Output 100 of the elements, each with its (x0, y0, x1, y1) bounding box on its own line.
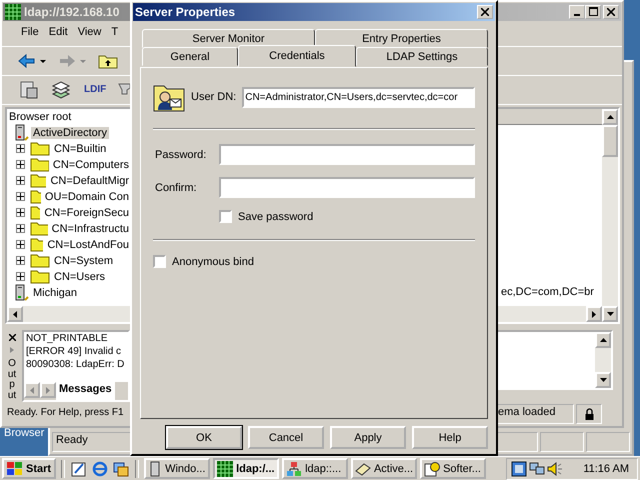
right-arrow-icon (592, 310, 596, 318)
desktop-icon-label[interactable]: Browser (4, 427, 44, 439)
folder-icon (30, 141, 50, 156)
horizontal-scrollbar[interactable] (7, 306, 131, 322)
stack-icon[interactable] (50, 80, 72, 100)
tree-icon (286, 460, 302, 476)
tree-item[interactable]: CN=Builtin (52, 142, 108, 155)
back-icon[interactable] (18, 52, 48, 69)
tab[interactable]: Entry Properties (315, 29, 488, 48)
expand-box[interactable] (16, 176, 25, 186)
log-line: NOT_PRINTABLE (26, 332, 108, 346)
vertical-scrollbar[interactable] (595, 332, 611, 388)
tab[interactable]: Server Monitor (142, 29, 315, 48)
tab[interactable]: LDAP Settings (356, 47, 488, 66)
menu-item[interactable]: View (72, 26, 106, 42)
expand-box[interactable] (16, 224, 25, 234)
expand-box[interactable] (16, 160, 25, 170)
server-icon (13, 284, 29, 302)
checkbox[interactable] (219, 210, 232, 223)
tree-item[interactable]: CN=DefaultMigr (48, 174, 131, 187)
confirm-field[interactable] (219, 177, 475, 198)
tree-item[interactable]: CN=Computers (50, 158, 131, 171)
left-arrow-icon (13, 310, 17, 318)
expand-box[interactable] (16, 256, 25, 266)
window-title: ldap://192.168.10 (24, 4, 120, 19)
messages-tab[interactable]: Messages (56, 382, 115, 400)
checkbox[interactable] (153, 255, 166, 268)
scroll-right-button[interactable] (586, 306, 602, 322)
flag-icon (7, 462, 23, 476)
network-icon[interactable] (511, 460, 528, 476)
tree-item[interactable]: ActiveDirectory (31, 126, 109, 139)
list-row[interactable]: ec,DC=com,DC=br (501, 286, 602, 298)
log-line: 80090308: LdapErr: D (26, 358, 126, 372)
panel-title: Output (7, 359, 17, 402)
status-panel (540, 432, 584, 452)
menu-item[interactable]: T (106, 26, 124, 42)
taskbar-button[interactable]: ldap::... (282, 458, 348, 479)
dialog-button[interactable]: OK (166, 426, 242, 449)
taskbar-button[interactable]: Active... (351, 458, 418, 479)
server-icon (148, 460, 162, 476)
folder-icon (30, 269, 50, 284)
start-button[interactable]: Start (2, 458, 56, 479)
expand-box[interactable] (16, 144, 25, 154)
computers-icon[interactable] (529, 460, 546, 476)
close-icon (607, 8, 615, 16)
grid-icon (5, 4, 21, 20)
expand-box[interactable] (16, 208, 25, 218)
menu-item[interactable]: File (16, 26, 44, 42)
scroll-thumb[interactable] (602, 124, 618, 157)
tree-item[interactable]: Michigan (31, 286, 80, 299)
log-line: [ERROR 49] Invalid c (26, 345, 122, 358)
folder-icon (30, 157, 49, 172)
scroll-down-button[interactable] (595, 372, 611, 388)
paste-icon[interactable] (18, 80, 40, 100)
tree-item[interactable]: CN=Users (52, 270, 108, 283)
scroll-down-button[interactable] (602, 306, 618, 322)
status-text: Ready. For Help, press F1 (6, 406, 125, 420)
tree-item[interactable]: CN=LostAndFou (45, 238, 131, 251)
tab[interactable]: Credentials (238, 45, 356, 67)
ldif-button[interactable]: LDIF (82, 84, 108, 96)
status-panel (586, 432, 630, 452)
right-arrow-icon (46, 386, 50, 394)
expand-box[interactable] (16, 272, 25, 282)
lock-icon (576, 404, 602, 424)
notepad-icon[interactable] (70, 460, 88, 478)
scroll-left-button[interactable] (7, 306, 23, 322)
tree-item[interactable]: CN=System (52, 254, 115, 267)
expand-box[interactable] (16, 192, 25, 202)
tree-item[interactable]: OU=Domain Con (42, 190, 131, 203)
tab[interactable]: General (142, 47, 238, 66)
password-field[interactable] (219, 144, 475, 165)
taskbar-button[interactable]: ldap:/... (213, 458, 280, 479)
speaker-icon[interactable] (547, 460, 564, 476)
tree-item[interactable]: CN=Infrastructu (50, 222, 131, 235)
taskbar-button[interactable]: Windo... (144, 458, 210, 479)
clock: 11:16 AM (583, 462, 629, 474)
expand-box[interactable] (16, 240, 25, 250)
tree-item[interactable]: CN=ForeignSecu (42, 206, 131, 219)
dialog-button[interactable]: Cancel (248, 426, 324, 449)
dialog-button[interactable]: Help (412, 426, 488, 449)
dialog-button[interactable]: Apply (330, 426, 406, 449)
close-button[interactable] (477, 5, 493, 19)
folder-up-icon[interactable] (98, 52, 118, 69)
checkbox-label[interactable]: Save password (238, 210, 314, 222)
tree-item[interactable]: Browser root (7, 110, 74, 123)
scroll-up-button[interactable] (595, 332, 611, 348)
up-arrow-icon (606, 114, 614, 119)
server-icon (13, 124, 29, 142)
taskbar-button[interactable]: Softer... (420, 458, 486, 479)
user-dn-field[interactable]: CN=Administrator,CN=Users,dc=servtec,dc=cor (242, 86, 475, 108)
grid-icon (217, 460, 234, 476)
vertical-scrollbar[interactable] (602, 108, 618, 322)
down-arrow-icon (606, 312, 614, 316)
checkbox-label[interactable]: Anonymous bind (172, 256, 254, 268)
close-icon[interactable] (8, 334, 16, 342)
menu-item[interactable]: Edit (44, 26, 73, 42)
field-label: User DN: (191, 91, 236, 103)
field-label: Confirm: (155, 182, 198, 194)
scroll-up-button[interactable] (602, 108, 618, 125)
minimize-icon (574, 14, 580, 16)
